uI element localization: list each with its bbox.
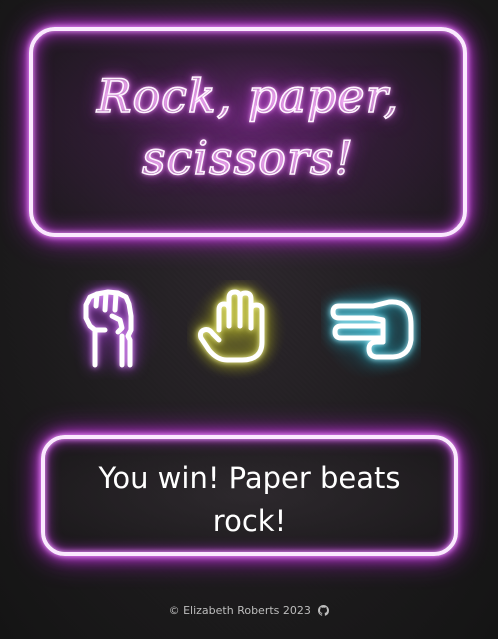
title-panel: Rock, paper, scissors!	[29, 27, 467, 237]
rock-button[interactable]	[64, 280, 164, 380]
paper-hand-icon	[197, 289, 265, 363]
github-icon[interactable]	[318, 605, 330, 616]
rock-hand-icon	[83, 289, 134, 368]
scissors-hand-icon	[330, 299, 414, 360]
footer-credit: © Elizabeth Roberts 2023	[168, 604, 311, 617]
choices-row	[0, 280, 498, 380]
result-message: You win! Paper beats rock!	[98, 461, 401, 538]
result-panel: You win! Paper beats rock!	[41, 435, 458, 556]
scissors-button[interactable]	[321, 280, 421, 380]
paper-button[interactable]	[187, 280, 287, 380]
game-title: Rock, paper, scissors!	[96, 68, 400, 186]
footer: © Elizabeth Roberts 2023	[0, 604, 498, 617]
